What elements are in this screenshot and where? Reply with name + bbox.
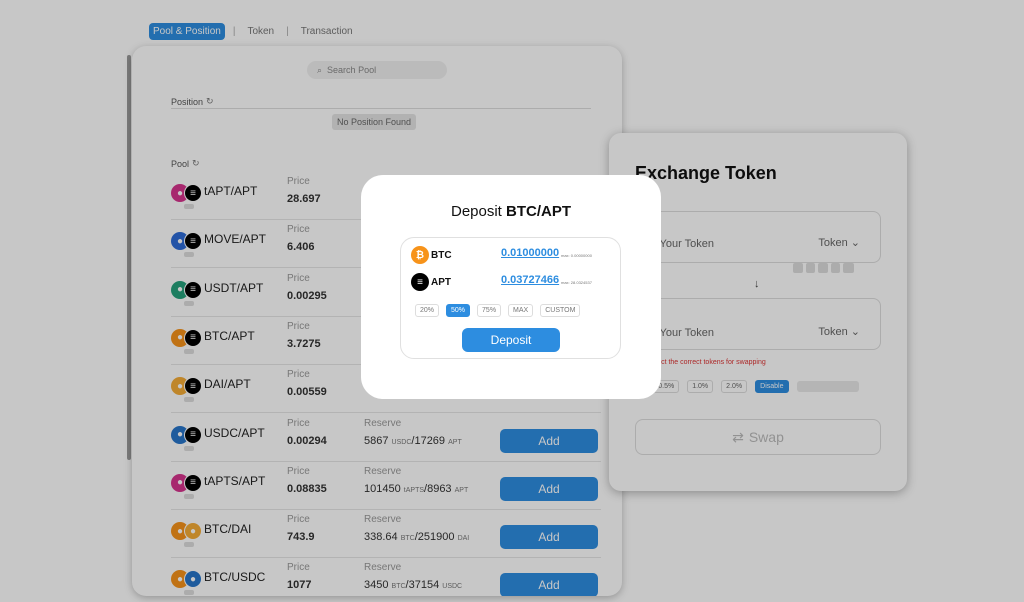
token-name: BTC: [431, 250, 452, 261]
percent-max-button[interactable]: MAX: [508, 304, 534, 317]
percent-75-button[interactable]: 75%: [477, 304, 502, 317]
btc-max-text: max: 0.00000000: [561, 253, 592, 258]
deposit-form: ₿ BTC 0.01000000 max: 0.00000000 ≡ APT 0…: [400, 237, 621, 359]
percent-20-button[interactable]: 20%: [415, 304, 440, 317]
percent-custom-button[interactable]: CUSTOM: [540, 304, 581, 317]
apt-icon: ≡: [411, 273, 429, 291]
modal-title-pair: BTC/APT: [506, 203, 572, 220]
btc-icon: ₿: [411, 246, 429, 264]
percent-50-button[interactable]: 50%: [446, 304, 471, 317]
apt-amount-input[interactable]: 0.03727466: [501, 274, 559, 286]
deposit-token-btc: ₿ BTC 0.01000000 max: 0.00000000: [411, 246, 611, 266]
deposit-button[interactable]: Deposit: [462, 328, 560, 352]
token-name: APT: [431, 277, 451, 288]
btc-amount-input[interactable]: 0.01000000: [501, 247, 559, 259]
deposit-modal: Deposit BTC/APT ₿ BTC 0.01000000 max: 0.…: [361, 175, 661, 399]
percent-row: 20% 50% 75% MAX CUSTOM: [415, 304, 581, 317]
apt-max-text: max: 28.0324537: [561, 280, 592, 285]
modal-title: Deposit BTC/APT: [450, 203, 572, 220]
deposit-token-apt: ≡ APT 0.03727466 max: 28.0324537: [411, 273, 611, 293]
